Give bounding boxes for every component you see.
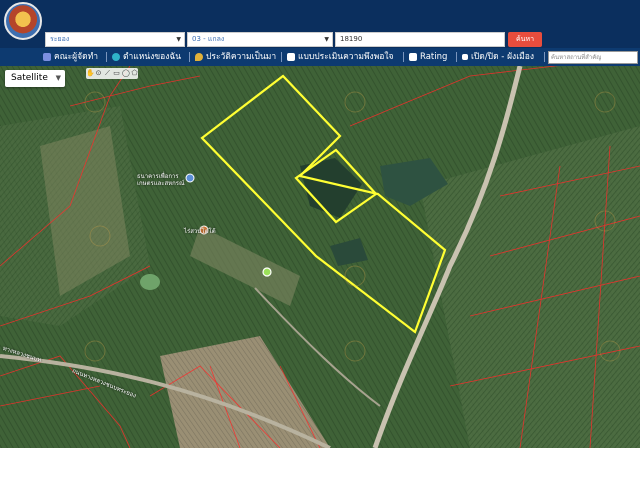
square-icon [462,54,468,60]
bank-marker-icon[interactable] [185,173,195,183]
bank-label: ธนาคารเพื่อการ เกษตรและสหกรณ์ [137,173,185,187]
nav-divider [403,52,404,62]
nav-item-label: เปิด/ปิด - ผังเมือง [471,52,534,62]
nav-divider [106,52,107,62]
nav-item-label: คณะผู้จัดทำ [54,52,98,62]
nav-item-survey[interactable]: แบบประเมินความพึงพอใจ [287,48,394,66]
postcode-value: 18190 [340,35,363,43]
agency-logo [4,2,42,40]
map-type-select[interactable]: Satellite ▼ [5,70,65,87]
chevron-down-icon: ▼ [55,74,61,82]
nav-item-label: ประวัติความเป็นมา [206,52,277,62]
page-footer-blank [0,448,640,480]
marker-icon[interactable]: ⊙ [95,70,102,77]
district-select-value: 03 - แกลง [192,35,225,43]
place-search-input[interactable]: ค้นหาสถานที่สำคัญ [548,51,638,64]
satellite-map[interactable]: ธนาคารเพื่อการ เกษตรและสหกรณ์ ไร่สวนโตโต… [0,66,640,448]
nav-item-label: ตำแหน่งของฉัน [123,52,182,62]
postcode-field[interactable]: 18190 [335,32,505,47]
polygon-icon[interactable]: ⬠ [131,70,138,77]
nav-item-label: Rating [420,52,448,62]
drawing-toolbar: ✋ ⊙ ⟋ ▭ ◯ ⬠ [86,68,138,79]
circle-icon[interactable]: ◯ [122,70,130,77]
nav-divider [189,52,190,62]
location-marker-icon[interactable] [262,267,272,277]
chevron-down-icon: ▼ [176,36,181,43]
province-select-value: ระยอง [50,35,70,43]
nav-divider [544,52,545,62]
document-icon [287,53,295,61]
rectangle-icon[interactable]: ▭ [113,70,120,77]
nav-item-rating[interactable]: Rating [409,48,447,66]
pond-4 [140,274,160,290]
polyline-icon[interactable]: ⟋ [104,70,111,77]
pin-icon [195,53,203,61]
chevron-down-icon: ▼ [324,36,329,43]
rating-icon [409,53,417,61]
map-type-label: Satellite [11,73,48,83]
hand-icon[interactable]: ✋ [86,70,95,77]
place-search-placeholder: ค้นหาสถานที่สำคัญ [551,54,602,61]
district-select[interactable]: 03 - แกลง ▼ [187,32,333,47]
nav-item-history[interactable]: ประวัติความเป็นมา [195,48,276,66]
nav-item-my-location[interactable]: ตำแหน่งของฉัน [112,48,181,66]
nav-item-label: แบบประเมินความพึงพอใจ [298,52,394,62]
search-button[interactable]: ค้นหาข้อมูล [508,32,542,58]
province-select[interactable]: ระยอง ▼ [45,32,185,47]
nav-divider [281,52,282,62]
nav-item-zoning-toggle[interactable]: เปิด/ปิด - ผังเมือง [462,48,534,66]
globe-icon [112,53,120,61]
nav-item-team[interactable]: คณะผู้จัดทำ [43,48,98,66]
top-header: ระยอง ▼ 03 - แกลง ▼ 18190 ค้นหาข้อมูล [0,0,640,58]
book-icon [43,53,51,61]
nav-divider [456,52,457,62]
nav-bar: คณะผู้จัดทำ ตำแหน่งของฉัน ประวัติความเป็… [0,48,640,66]
farm-label: ไร่สวนโตโต้ [184,228,216,235]
map-canvas [0,66,640,448]
